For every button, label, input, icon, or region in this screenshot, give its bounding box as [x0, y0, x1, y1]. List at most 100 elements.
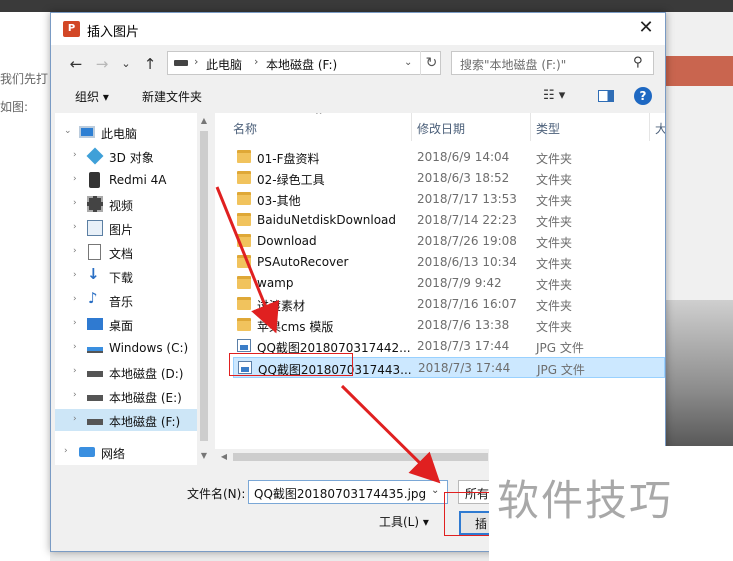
nav-item-3d-objects[interactable]: › 3D 对象 [55, 145, 197, 167]
dialog-title: 插入图片 [87, 25, 140, 40]
column-divider[interactable] [649, 113, 650, 141]
nav-item-documents[interactable]: › 文档 [55, 241, 197, 263]
scroll-up-icon[interactable]: ▲ [197, 116, 211, 125]
nav-label: 本地磁盘 (E:) [109, 391, 182, 405]
expand-icon[interactable]: › [73, 366, 77, 376]
chevron-right-icon[interactable]: › [194, 55, 198, 68]
file-row[interactable]: PSAutoRecover 2018/6/13 10:34 文件夹 [233, 252, 665, 273]
nav-item-this-pc[interactable]: ⌄ 此电脑 [55, 121, 197, 143]
file-type: 文件夹 [536, 299, 573, 313]
recent-locations-dropdown[interactable]: ⌄ [115, 53, 137, 75]
expand-icon[interactable]: › [73, 222, 77, 232]
breadcrumb-this-pc[interactable]: 此电脑 [206, 56, 242, 73]
annotation-box-insert [444, 492, 492, 536]
refresh-button[interactable]: ↻ [420, 51, 442, 75]
chevron-down-icon[interactable]: ⌄ [431, 485, 439, 496]
change-view-icon[interactable]: ☷ ▾ [543, 88, 565, 103]
expand-icon[interactable]: › [73, 198, 77, 208]
scroll-down-icon[interactable]: ▼ [197, 451, 211, 460]
expand-icon[interactable]: › [73, 342, 77, 352]
file-date: 2018/7/3 17:44 [418, 361, 511, 375]
expand-icon[interactable]: › [64, 446, 68, 456]
file-row[interactable]: 过渡素材 2018/7/16 16:07 文件夹 [233, 294, 665, 315]
nav-item-downloads[interactable]: › ↓ 下载 [55, 265, 197, 287]
search-icon[interactable]: ⚲ [633, 55, 643, 70]
preview-pane-icon[interactable] [598, 90, 614, 102]
new-folder-button[interactable]: 新建文件夹 [142, 88, 202, 105]
nav-item-pictures[interactable]: › 图片 [55, 217, 197, 239]
file-row[interactable]: 苹果cms 模版 2018/7/6 13:38 文件夹 [233, 315, 665, 336]
breadcrumb-drive-f[interactable]: 本地磁盘 (F:) [266, 56, 337, 73]
cube-icon [86, 147, 104, 165]
file-row[interactable]: BaiduNetdiskDownload 2018/7/14 22:23 文件夹 [233, 210, 665, 231]
scroll-left-icon[interactable]: ◀ [217, 452, 231, 461]
column-header-size[interactable]: 大 [655, 120, 665, 137]
address-dropdown-icon[interactable]: ⌄ [404, 57, 412, 68]
nav-label: 3D 对象 [109, 151, 154, 165]
search-input[interactable]: 搜索"本地磁盘 (F:)" ⚲ [451, 51, 654, 75]
expand-icon[interactable]: › [73, 270, 77, 280]
nav-label: 图片 [109, 223, 134, 237]
nav-scrollbar[interactable]: ▲ ▼ [197, 113, 211, 465]
phone-icon [89, 172, 100, 188]
close-button[interactable]: ✕ [631, 17, 661, 41]
column-header-name[interactable]: 名称 [233, 120, 257, 137]
forward-button[interactable]: → [91, 53, 113, 75]
nav-item-videos[interactable]: › 视频 [55, 193, 197, 215]
file-date: 2018/7/14 22:23 [417, 213, 517, 227]
nav-item-desktop[interactable]: › 桌面 [55, 313, 197, 335]
file-type: 文件夹 [536, 236, 573, 250]
filename-input[interactable]: QQ截图20180703174435.jpg ⌄ [248, 480, 448, 504]
file-type: 文件夹 [536, 173, 573, 187]
file-row[interactable]: 01-F盘资料 2018/6/9 14:04 文件夹 [233, 147, 665, 168]
up-button[interactable]: ↑ [139, 53, 161, 75]
nav-item-redmi[interactable]: › Redmi 4A [55, 169, 197, 191]
drive-icon [87, 371, 103, 377]
back-button[interactable]: ← [65, 53, 87, 75]
nav-label: 本地磁盘 (D:) [109, 367, 184, 381]
nav-item-network[interactable]: › 网络 [55, 441, 197, 463]
expand-icon[interactable]: › [73, 414, 77, 424]
collapse-icon[interactable]: ⌄ [64, 126, 72, 136]
nav-label: 文档 [109, 247, 134, 261]
nav-item-windows-c[interactable]: › Windows (C:) [55, 337, 197, 359]
nav-item-drive-f[interactable]: › 本地磁盘 (F:) [55, 409, 197, 431]
watermark-text: 软件技巧 [497, 476, 674, 525]
expand-icon[interactable]: › [73, 174, 77, 184]
file-row[interactable]: wamp 2018/7/9 9:42 文件夹 [233, 273, 665, 294]
document-icon [88, 244, 101, 260]
background-text-line-1: 我们先打 [0, 72, 49, 86]
nav-scroll-thumb[interactable] [200, 131, 208, 441]
expand-icon[interactable]: › [73, 390, 77, 400]
file-row[interactable]: Download 2018/7/26 19:08 文件夹 [233, 231, 665, 252]
chevron-right-icon[interactable]: › [254, 55, 258, 68]
file-date: 2018/7/26 19:08 [417, 234, 517, 248]
expand-icon[interactable]: › [73, 294, 77, 304]
nav-item-drive-e[interactable]: › 本地磁盘 (E:) [55, 385, 197, 407]
organize-menu[interactable]: 组织 ▾ [75, 88, 109, 105]
column-header-date[interactable]: 修改日期 [417, 120, 465, 137]
horizontal-scroll-thumb[interactable] [233, 453, 488, 461]
file-date: 2018/7/6 13:38 [417, 318, 510, 332]
expand-icon[interactable]: › [73, 318, 77, 328]
expand-icon[interactable]: › [73, 150, 77, 160]
column-divider[interactable] [411, 113, 412, 141]
tools-menu[interactable]: 工具(L) ▾ [379, 513, 429, 530]
address-bar[interactable]: › 此电脑 › 本地磁盘 (F:) ⌄ ↻ [167, 51, 441, 75]
column-header-type[interactable]: 类型 [536, 120, 560, 137]
nav-item-music[interactable]: › ♪ 音乐 [55, 289, 197, 311]
folder-icon [237, 255, 251, 268]
drive-icon [174, 60, 188, 66]
expand-icon[interactable]: › [73, 246, 77, 256]
column-divider[interactable] [530, 113, 531, 141]
nav-label: 视频 [109, 199, 134, 213]
powerpoint-icon: P [63, 21, 80, 37]
file-row[interactable]: 03-其他 2018/7/17 13:53 文件夹 [233, 189, 665, 210]
folder-icon [237, 318, 251, 331]
help-icon[interactable]: ? [634, 87, 652, 105]
filename-label: 文件名(N): [187, 487, 246, 501]
folder-icon [237, 297, 251, 310]
file-row[interactable]: 02-绿色工具 2018/6/3 18:52 文件夹 [233, 168, 665, 189]
file-type: JPG 文件 [537, 363, 585, 377]
nav-item-drive-d[interactable]: › 本地磁盘 (D:) [55, 361, 197, 383]
